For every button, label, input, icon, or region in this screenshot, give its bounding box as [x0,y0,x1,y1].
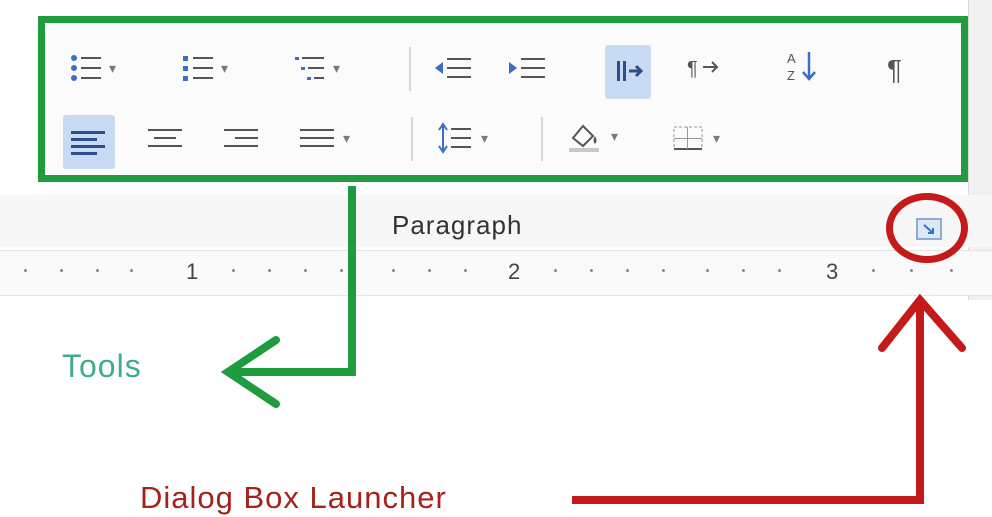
annotation-arrows [220,186,966,504]
dialog-launcher-annotation-label: Dialog Box Launcher [140,480,447,515]
tools-arrow [232,186,356,376]
launcher-arrow [572,300,924,504]
tools-annotation-label: Tools [62,348,142,384]
